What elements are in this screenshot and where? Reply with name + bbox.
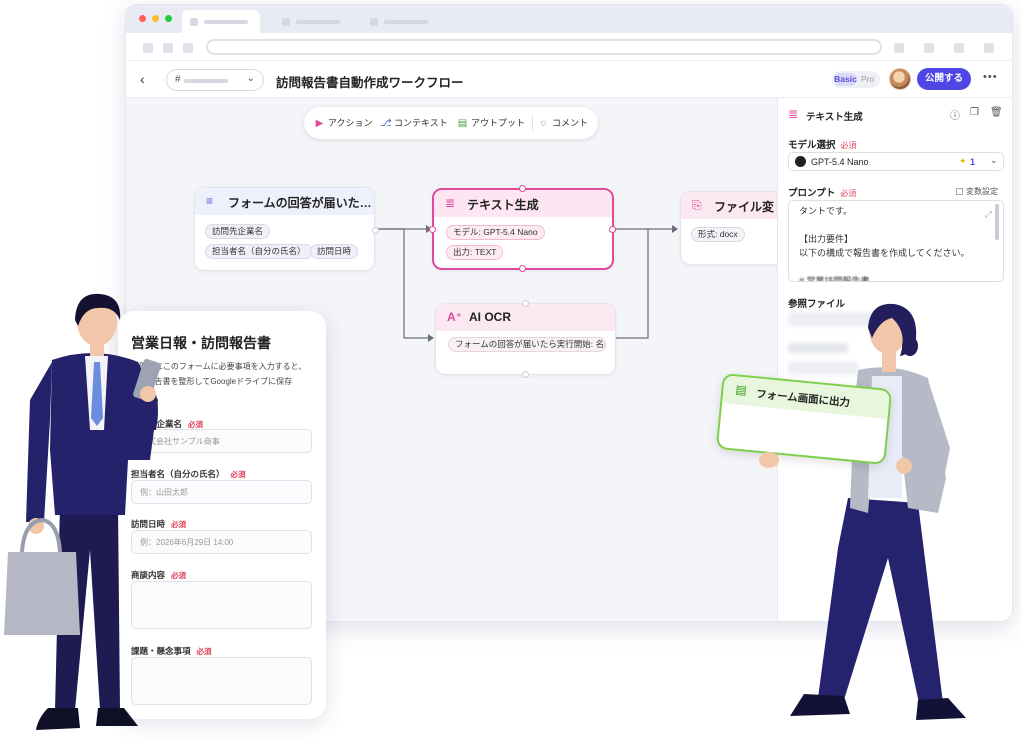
toolbar-placeholder-icon[interactable] bbox=[924, 43, 934, 53]
businessman-illustration bbox=[4, 293, 161, 730]
plan-basic[interactable]: Basic bbox=[834, 73, 857, 86]
selector-placeholder bbox=[184, 79, 228, 83]
form-output-card[interactable]: ▤ フォーム画面に出力 bbox=[715, 373, 893, 465]
node-title: テキスト生成 bbox=[467, 198, 539, 212]
form-list-icon: ≡ bbox=[206, 194, 214, 208]
hand-illustration bbox=[759, 452, 779, 468]
top-port[interactable] bbox=[519, 185, 526, 192]
output-port[interactable] bbox=[609, 226, 616, 233]
node-title: フォームの回答が届いた… bbox=[228, 196, 372, 210]
config-chip: モデル: GPT-5.4 Nano bbox=[446, 225, 545, 240]
toolbar-placeholder-icon[interactable] bbox=[984, 43, 994, 53]
plan-pro[interactable]: Pro bbox=[861, 73, 874, 86]
top-port[interactable] bbox=[522, 300, 529, 307]
chevron-left-icon[interactable]: ‹ bbox=[140, 71, 145, 87]
node-title: ファイル変 bbox=[714, 200, 775, 214]
variable-settings-button[interactable]: 変数設定 bbox=[956, 186, 998, 197]
bottom-port[interactable] bbox=[522, 371, 529, 378]
prompt-label: プロンプト 必須 bbox=[788, 188, 857, 199]
trigger-node[interactable]: ≡ フォームの回答が届いた… 訪問先企業名 担当者名（自分の氏名） 訪問日時 bbox=[194, 187, 379, 271]
required-badge: 必須 bbox=[840, 141, 857, 150]
ai-ocr-node[interactable]: A⁺ AI OCR フォームの回答が届いたら実行開始: 名刺 bbox=[435, 300, 616, 378]
file-convert-icon: ⎘ bbox=[692, 198, 702, 212]
workflow-selector[interactable]: # ⌄ bbox=[166, 69, 264, 91]
input-port[interactable] bbox=[429, 226, 436, 233]
ai-sparkle-icon: A⁺ bbox=[447, 310, 462, 324]
browser-tab-active[interactable] bbox=[182, 10, 260, 33]
app-header: ‹ # ⌄ 訪問報告書自動作成ワークフロー Basic Pro 公開する ••• bbox=[126, 62, 1012, 98]
bottom-port[interactable] bbox=[519, 265, 526, 272]
publish-button[interactable]: 公開する bbox=[917, 68, 971, 90]
woman-illustration bbox=[790, 303, 966, 720]
prompt-textarea[interactable]: タントです。 【出力要件】 以下の構成で報告書を作成してください。 # 営業訪問… bbox=[788, 200, 1004, 282]
model-value: GPT-5.4 Nano bbox=[811, 157, 869, 167]
more-menu-icon[interactable]: ••• bbox=[983, 71, 998, 83]
hash-icon: # bbox=[175, 74, 181, 85]
toolbar-placeholder-icon[interactable] bbox=[954, 43, 964, 53]
model-select[interactable]: GPT-5.4 Nano ✦ 1 ⌄ bbox=[788, 152, 1004, 171]
textgen-node[interactable]: ≣ テキスト生成 モデル: GPT-5.4 Nano 出力: TEXT bbox=[429, 185, 616, 272]
panel-title: テキスト生成 bbox=[806, 112, 863, 123]
required-badge: 必須 bbox=[840, 189, 857, 198]
maximize-window-dot[interactable] bbox=[165, 15, 172, 22]
model-label: モデル選択 必須 bbox=[788, 140, 857, 151]
screen-output-icon: ▤ bbox=[734, 382, 748, 398]
plan-toggle[interactable]: Basic Pro bbox=[832, 71, 880, 88]
help-icon[interactable]: ⓘ bbox=[950, 107, 960, 122]
reload-placeholder-icon[interactable] bbox=[183, 43, 193, 53]
node-title: AI OCR bbox=[469, 310, 511, 324]
chevron-down-icon: ⌄ bbox=[246, 73, 255, 84]
scrollbar[interactable] bbox=[995, 204, 999, 240]
credit-count: 1 bbox=[970, 157, 976, 167]
avatar[interactable] bbox=[889, 68, 911, 90]
copy-icon[interactable]: ❐ bbox=[970, 107, 979, 118]
url-input[interactable] bbox=[206, 39, 882, 55]
address-bar-row bbox=[126, 33, 1012, 61]
text-sparkle-icon: ≣ bbox=[445, 196, 456, 210]
variable-chip[interactable]: 訪問先企業名 bbox=[205, 224, 271, 239]
variable-icon bbox=[956, 188, 963, 195]
browser-tab[interactable] bbox=[362, 10, 440, 33]
variable-chip[interactable]: 訪問日時 bbox=[310, 244, 359, 259]
workflow-title: 訪問報告書自動作成ワークフロー bbox=[276, 76, 464, 90]
toolbar-placeholder-icon[interactable] bbox=[894, 43, 904, 53]
browser-tab[interactable] bbox=[274, 10, 352, 33]
output-port[interactable] bbox=[372, 227, 379, 234]
chevron-down-icon: ⌄ bbox=[990, 155, 998, 165]
minimize-window-dot[interactable] bbox=[152, 15, 159, 22]
expand-icon[interactable]: ⤢ bbox=[985, 207, 992, 221]
config-chip: 形式: docx bbox=[691, 227, 745, 242]
nav-forward-placeholder-icon[interactable] bbox=[163, 43, 173, 53]
trash-icon[interactable]: 🗑︎ bbox=[990, 107, 1003, 118]
text-sparkle-icon: ≣ bbox=[788, 107, 799, 121]
variable-chip[interactable]: 担当者名（自分の氏名） bbox=[205, 244, 313, 259]
config-chip: 出力: TEXT bbox=[446, 245, 504, 260]
openai-logo-icon bbox=[795, 156, 806, 167]
close-window-dot[interactable] bbox=[139, 15, 146, 22]
config-chip: フォームの回答が届いたら実行開始: 名刺 bbox=[448, 337, 606, 352]
tab-bar bbox=[126, 5, 1012, 33]
nav-back-placeholder-icon[interactable] bbox=[143, 43, 153, 53]
sparkle-icon: ✦ bbox=[959, 156, 967, 166]
